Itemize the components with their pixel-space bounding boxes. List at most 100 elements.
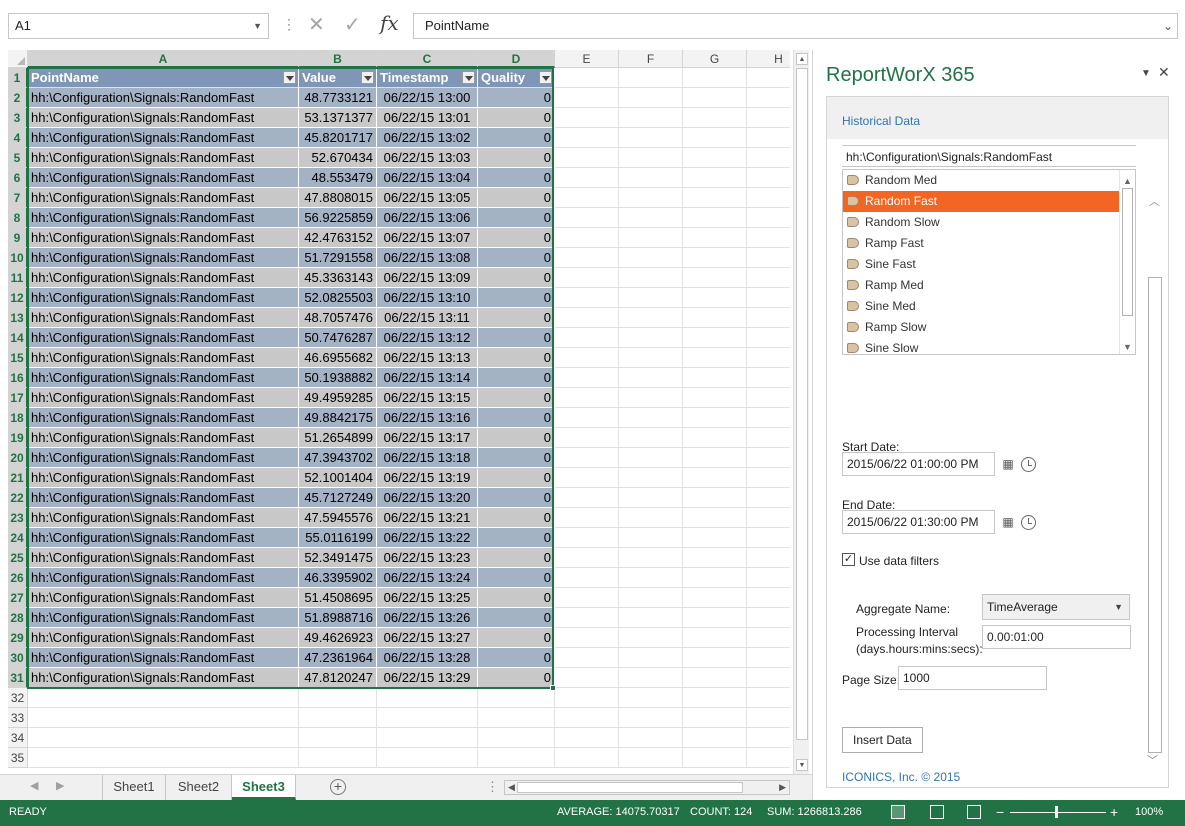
cell[interactable]: 06/22/15 13:02: [377, 128, 478, 148]
cell[interactable]: [683, 208, 747, 228]
cell[interactable]: [747, 628, 790, 648]
tag-list-item[interactable]: Ramp Slow: [843, 317, 1135, 338]
page-break-view-icon[interactable]: [967, 805, 981, 819]
cell[interactable]: hh:\Configuration\Signals:RandomFast: [28, 428, 299, 448]
cancel-icon[interactable]: ✕: [308, 12, 325, 37]
cell[interactable]: [747, 448, 790, 468]
cell[interactable]: [683, 248, 747, 268]
cell[interactable]: 0: [478, 408, 555, 428]
row-header[interactable]: 28: [8, 608, 28, 628]
cell[interactable]: hh:\Configuration\Signals:RandomFast: [28, 328, 299, 348]
cell[interactable]: 06/22/15 13:12: [377, 328, 478, 348]
cell[interactable]: [683, 308, 747, 328]
cell[interactable]: hh:\Configuration\Signals:RandomFast: [28, 388, 299, 408]
cell[interactable]: [619, 228, 683, 248]
cell[interactable]: hh:\Configuration\Signals:RandomFast: [28, 668, 299, 688]
pane-close-icon[interactable]: ✕: [1158, 64, 1170, 81]
column-header-h[interactable]: H: [747, 50, 790, 68]
cell[interactable]: [619, 588, 683, 608]
cell[interactable]: 51.2654899: [299, 428, 377, 448]
cell[interactable]: [619, 108, 683, 128]
cell[interactable]: [619, 308, 683, 328]
cell[interactable]: [747, 268, 790, 288]
cell[interactable]: [683, 348, 747, 368]
cell[interactable]: [683, 708, 747, 728]
cell[interactable]: 06/22/15 13:09: [377, 268, 478, 288]
cell[interactable]: [619, 288, 683, 308]
row-header[interactable]: 14: [8, 328, 28, 348]
cell[interactable]: 0: [478, 608, 555, 628]
row-header[interactable]: 2: [8, 88, 28, 108]
end-date-input[interactable]: 2015/06/22 01:30:00 PM: [842, 510, 995, 534]
cell[interactable]: [747, 388, 790, 408]
cell[interactable]: [619, 208, 683, 228]
cell[interactable]: [555, 328, 619, 348]
tag-list-item[interactable]: Random Fast: [843, 191, 1135, 212]
cell[interactable]: [747, 188, 790, 208]
cell[interactable]: 0: [478, 428, 555, 448]
column-header-a[interactable]: A: [28, 50, 299, 68]
cell[interactable]: hh:\Configuration\Signals:RandomFast: [28, 188, 299, 208]
pane-scroll-up-icon[interactable]: ︿: [1149, 193, 1160, 209]
cell[interactable]: [683, 488, 747, 508]
cell[interactable]: 50.7476287: [299, 328, 377, 348]
cell[interactable]: 49.8842175: [299, 408, 377, 428]
new-sheet-plus-icon[interactable]: +: [330, 779, 346, 795]
cell[interactable]: [555, 608, 619, 628]
formula-expand-icon[interactable]: ⌄: [1163, 14, 1173, 38]
cell[interactable]: 56.9225859: [299, 208, 377, 228]
row-header[interactable]: 22: [8, 488, 28, 508]
cell[interactable]: 46.3395902: [299, 568, 377, 588]
cell[interactable]: [299, 728, 377, 748]
cell[interactable]: [683, 588, 747, 608]
vertical-scrollbar[interactable]: ▲ ▼: [793, 50, 809, 774]
cell[interactable]: 0: [478, 568, 555, 588]
cell[interactable]: [747, 308, 790, 328]
cell[interactable]: [747, 648, 790, 668]
worksheet-grid[interactable]: ABCDEFGH 1 PointName Value Timestamp Quality…: [8, 50, 790, 769]
cell[interactable]: [747, 668, 790, 688]
cell[interactable]: [747, 328, 790, 348]
cell[interactable]: [555, 728, 619, 748]
cell[interactable]: [747, 688, 790, 708]
cell[interactable]: [619, 748, 683, 768]
tag-list-item[interactable]: Random Slow: [843, 212, 1135, 233]
cell[interactable]: [683, 128, 747, 148]
cell[interactable]: [619, 728, 683, 748]
cell[interactable]: 45.7127249: [299, 488, 377, 508]
cell[interactable]: 47.8808015: [299, 188, 377, 208]
use-data-filters-checkbox[interactable]: ✓: [842, 553, 855, 566]
cell[interactable]: hh:\Configuration\Signals:RandomFast: [28, 648, 299, 668]
cell[interactable]: hh:\Configuration\Signals:RandomFast: [28, 288, 299, 308]
cell[interactable]: 45.8201717: [299, 128, 377, 148]
cell[interactable]: hh:\Configuration\Signals:RandomFast: [28, 348, 299, 368]
row-header[interactable]: 27: [8, 588, 28, 608]
cell[interactable]: 0: [478, 588, 555, 608]
cell[interactable]: [619, 168, 683, 188]
cell[interactable]: [683, 228, 747, 248]
cell[interactable]: [555, 388, 619, 408]
tag-list-item[interactable]: Ramp Med: [843, 275, 1135, 296]
row-header[interactable]: 3: [8, 108, 28, 128]
cell[interactable]: 06/22/15 13:23: [377, 548, 478, 568]
cell[interactable]: hh:\Configuration\Signals:RandomFast: [28, 408, 299, 428]
cell[interactable]: 0: [478, 508, 555, 528]
cell[interactable]: hh:\Configuration\Signals:RandomFast: [28, 548, 299, 568]
cell[interactable]: [747, 108, 790, 128]
cell[interactable]: 06/22/15 13:06: [377, 208, 478, 228]
scroll-up-icon[interactable]: ▲: [796, 53, 808, 65]
cell[interactable]: [28, 728, 299, 748]
cell[interactable]: hh:\Configuration\Signals:RandomFast: [28, 608, 299, 628]
cell[interactable]: [619, 628, 683, 648]
cell[interactable]: [555, 508, 619, 528]
cell[interactable]: [478, 688, 555, 708]
cell[interactable]: [683, 88, 747, 108]
cell[interactable]: 06/22/15 13:27: [377, 628, 478, 648]
cell[interactable]: 49.4626923: [299, 628, 377, 648]
tag-list-scroll-thumb[interactable]: [1122, 188, 1133, 316]
cell[interactable]: 0: [478, 108, 555, 128]
zoom-out-icon[interactable]: −: [996, 804, 1004, 820]
cell[interactable]: [377, 688, 478, 708]
cell[interactable]: [683, 148, 747, 168]
column-header-b[interactable]: B: [299, 50, 377, 68]
